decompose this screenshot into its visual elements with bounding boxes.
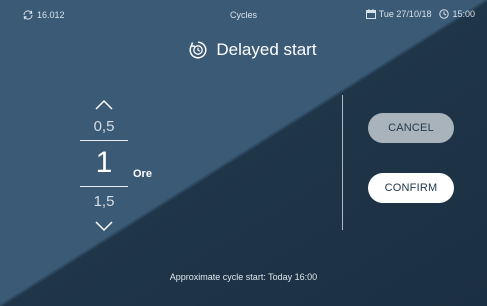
- clock-icon: [439, 9, 450, 19]
- previous-value[interactable]: 0,5: [74, 118, 134, 135]
- vertical-divider: [342, 95, 343, 230]
- next-value[interactable]: 1,5: [74, 193, 134, 210]
- delayed-start-screen: 16.012 Cycles Tue 27/10/18 15:00 Delayed…: [0, 0, 487, 306]
- time-label: 15:00: [452, 9, 475, 19]
- chevron-down-icon[interactable]: [94, 220, 114, 232]
- unit-label: Ore: [133, 168, 152, 180]
- status-datetime: Tue 27/10/18 15:00: [365, 9, 475, 19]
- cancel-button[interactable]: CANCEL: [368, 113, 454, 143]
- picker-divider-top: [80, 140, 128, 141]
- page-title-text: Delayed start: [216, 40, 317, 59]
- date-label: Tue 27/10/18: [378, 9, 432, 19]
- current-value: 1: [95, 146, 113, 179]
- confirm-button[interactable]: CONFIRM: [368, 173, 454, 203]
- page-title: Delayed start: [0, 40, 487, 60]
- status-bar: 16.012 Cycles Tue 27/10/18 15:00: [0, 0, 487, 30]
- timer-icon: [189, 41, 207, 59]
- picker-divider-bottom: [80, 186, 128, 187]
- calendar-icon: [365, 9, 376, 19]
- chevron-up-icon[interactable]: [94, 99, 114, 111]
- approximate-start-text: Approximate cycle start: Today 16:00: [169, 272, 318, 282]
